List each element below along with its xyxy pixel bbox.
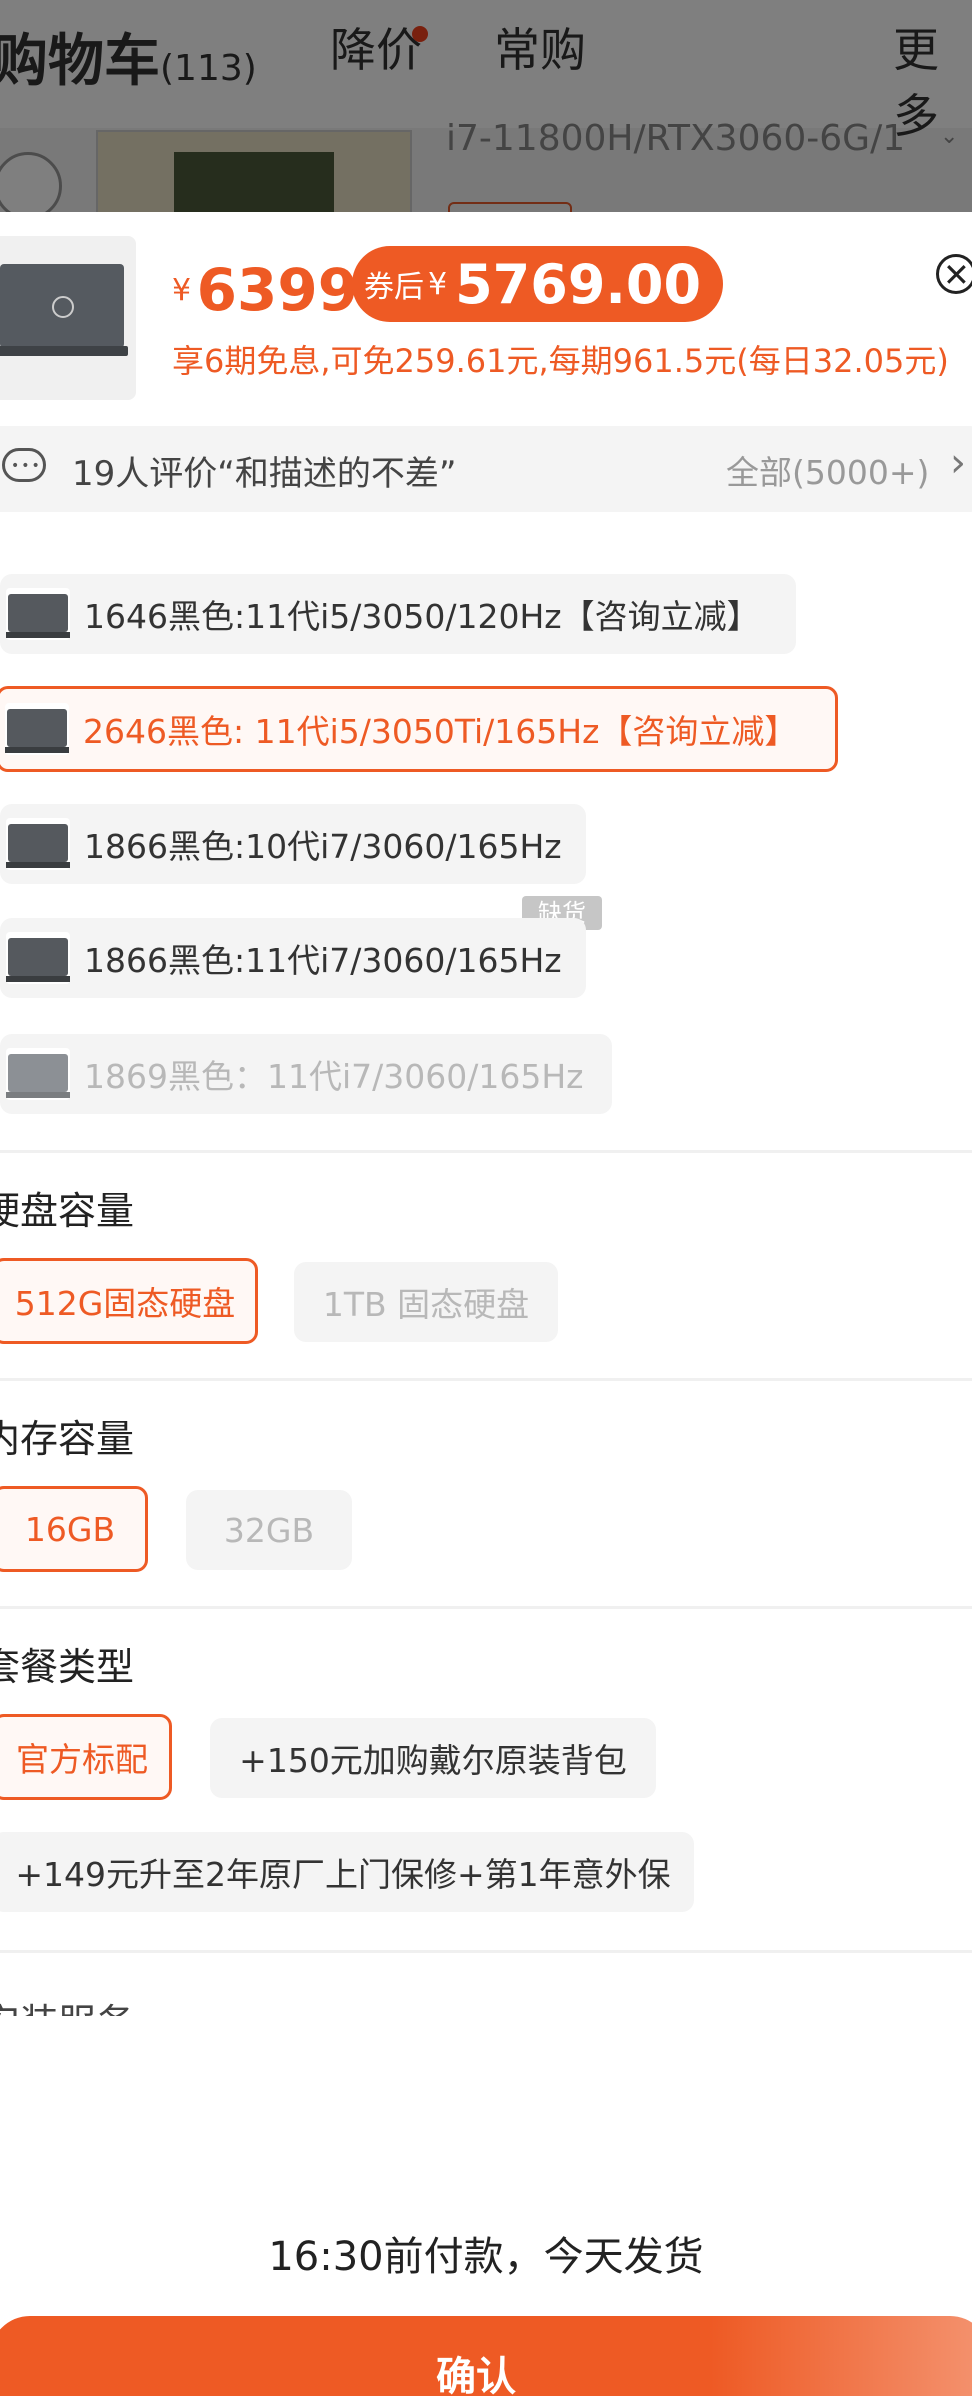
variant-label: 1646黑色:11代i5/3050/120Hz【咨询立减】 — [84, 597, 760, 636]
variant-label: 1869黑色：11代i7/3060/165Hz — [84, 1057, 584, 1096]
variant-option-disabled[interactable]: 1869黑色：11代i7/3060/165Hz — [0, 1034, 612, 1114]
installment-info: 享6期免息,可免259.61元,每期961.5元(每日32.05元) — [172, 342, 949, 380]
package-option[interactable]: +150元加购戴尔原装背包 — [210, 1718, 656, 1798]
storage-option[interactable]: 1TB 固态硬盘 — [294, 1262, 558, 1342]
section-divider — [0, 1150, 972, 1153]
variant-label: 1866黑色:11代i7/3060/165Hz — [84, 941, 562, 980]
comment-icon: ••• — [2, 448, 46, 482]
section-divider — [0, 1378, 972, 1381]
brand-logo — [52, 296, 74, 318]
product-image — [0, 236, 136, 400]
review-all-link[interactable]: 全部(5000+) — [726, 446, 929, 494]
memory-option-selected[interactable]: 16GB — [0, 1486, 148, 1572]
storage-option-selected[interactable]: 512G固态硬盘 — [0, 1258, 258, 1344]
variant-thumbnail — [6, 588, 70, 640]
package-option[interactable]: +149元升至2年原厂上门保修+第1年意外保 — [0, 1832, 694, 1912]
package-title: 套餐类型 — [0, 1645, 135, 1689]
section-divider — [0, 1606, 972, 1609]
variant-option-selected[interactable]: 2646黑色: 11代i5/3050Ti/165Hz【咨询立减】 — [0, 686, 838, 772]
variant-thumbnail — [6, 818, 70, 870]
memory-title: 内存容量 — [0, 1417, 135, 1461]
variant-label: 1866黑色:10代i7/3060/165Hz — [84, 827, 562, 866]
button-glare — [710, 2316, 972, 2396]
price-value: 6399 — [196, 256, 359, 324]
memory-option[interactable]: 32GB — [186, 1490, 352, 1570]
coupon-currency-symbol: ¥ — [428, 266, 448, 302]
section-divider — [0, 1950, 972, 1953]
delivery-note: 16:30前付款，今天发货 — [268, 2234, 704, 2280]
review-summary: 19人评价“和描述的不差” — [72, 454, 457, 494]
variant-option[interactable]: 1866黑色:11代i7/3060/165Hz — [0, 918, 586, 998]
dim-overlay[interactable] — [0, 0, 972, 212]
close-icon[interactable]: ✕ — [936, 254, 972, 294]
variant-thumbnail — [6, 932, 70, 984]
install-service-title: 安装服务 — [0, 1992, 134, 2016]
coupon-price-value: 5769.00 — [455, 252, 702, 316]
variant-thumbnail — [5, 703, 69, 755]
original-price: ¥ 6399 — [172, 256, 358, 324]
confirm-button[interactable]: 确认 — [0, 2316, 972, 2400]
variant-thumbnail — [6, 1048, 70, 1100]
variant-option[interactable]: 1646黑色:11代i5/3050/120Hz【咨询立减】 — [0, 574, 796, 654]
review-bar[interactable]: ••• 19人评价“和描述的不差” 全部(5000+) › — [0, 426, 972, 512]
package-option-selected[interactable]: 官方标配 — [0, 1714, 172, 1800]
currency-symbol: ¥ — [172, 273, 192, 308]
background-page: 购物车(113) 降价 常购 更多 i7-11800H/RTX3060-6G/1… — [0, 0, 972, 232]
chevron-right-icon: › — [950, 440, 966, 486]
variant-label: 2646黑色: 11代i5/3050Ti/165Hz【咨询立减】 — [83, 712, 798, 751]
coupon-label: 券后 — [364, 270, 424, 305]
variant-option[interactable]: 1866黑色:10代i7/3060/165Hz — [0, 804, 586, 884]
coupon-price-badge: 券后 ¥ 5769.00 — [352, 246, 724, 322]
sheet-footer: 16:30前付款，今天发货 确认 — [0, 2206, 972, 2400]
sku-selector-sheet: ¥ 6399 券后 ¥ 5769.00 ✕ 享6期免息,可免259.61元,每期… — [0, 212, 972, 2400]
laptop-icon — [0, 264, 128, 356]
storage-title: 硬盘容量 — [0, 1189, 135, 1233]
